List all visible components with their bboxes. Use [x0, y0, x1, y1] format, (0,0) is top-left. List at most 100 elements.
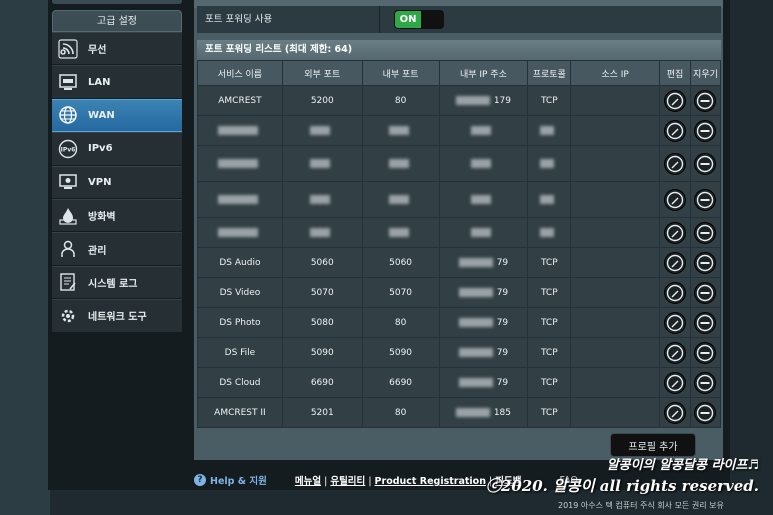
redacted-value: [471, 227, 492, 237]
cell-edit: [658, 337, 691, 368]
manual-link[interactable]: 메뉴얼: [295, 476, 321, 487]
col-service: 서비스 이름: [197, 60, 283, 86]
cell-internal-ip: [438, 115, 529, 146]
edit-button[interactable]: [663, 188, 686, 211]
cell-edit: [658, 247, 691, 278]
firewall-icon: [58, 206, 78, 226]
toggle-on-label: ON: [395, 11, 421, 28]
utility-link[interactable]: 유틸리티: [330, 476, 365, 487]
table-row: [197, 115, 722, 146]
delete-button[interactable]: [694, 311, 717, 334]
edit-icon: [666, 191, 684, 209]
cell-internal-ip: 179: [438, 85, 529, 116]
edit-button[interactable]: [663, 119, 686, 142]
sidebar-item-wan[interactable]: WAN: [52, 98, 182, 133]
redacted-value: [388, 227, 409, 237]
redacted-ip: [458, 317, 493, 327]
cell-edit: [658, 181, 691, 218]
port-forwarding-table: 서비스 이름 외부 포트 내부 포트 내부 IP 주소 프로토콜 소스 IP 편…: [197, 60, 722, 428]
cell-delete: [689, 181, 722, 218]
cell-edit: [658, 145, 691, 182]
sidebar-item-wireless[interactable]: 무선: [52, 32, 182, 66]
minus-circle-icon: [696, 284, 714, 302]
delete-button[interactable]: [694, 341, 717, 364]
delete-button[interactable]: [694, 152, 717, 175]
help-link[interactable]: ? Help & 지원: [194, 473, 267, 487]
lan-icon: [58, 72, 78, 92]
cell-external-port: 5090: [281, 337, 363, 368]
sidebar-item-label: LAN: [88, 76, 111, 88]
redacted-value: [540, 158, 555, 168]
edit-button[interactable]: [663, 89, 686, 112]
edit-icon: [666, 224, 684, 242]
cell-internal-port: [361, 217, 440, 248]
redacted-ip: [458, 347, 493, 357]
table-row: AMCREST II 5201 80 185 TCP: [197, 397, 722, 428]
redacted-value: [471, 194, 492, 204]
edit-button[interactable]: [663, 341, 686, 364]
enable-label: 포트 포워딩 사용: [197, 6, 380, 33]
edit-button[interactable]: [663, 371, 686, 394]
redacted-value: [388, 194, 409, 204]
delete-button[interactable]: [694, 281, 717, 304]
minus-circle-icon: [696, 344, 714, 362]
delete-button[interactable]: [694, 371, 717, 394]
product-registration-link[interactable]: Product Registration: [375, 476, 486, 487]
sidebar-item-vpn[interactable]: VPN: [52, 165, 182, 199]
minus-circle-icon: [696, 254, 714, 272]
cell-service: AMCREST: [197, 85, 283, 116]
vpn-icon: [58, 172, 78, 192]
cell-service: [197, 217, 283, 248]
watermark-line1: 알콩이의 알콩달콩 라이프♬: [606, 458, 759, 473]
sidebar-item-admin[interactable]: 관리: [52, 232, 182, 266]
delete-button[interactable]: [694, 188, 717, 211]
cell-source-ip: [570, 85, 660, 116]
redacted-ip: [458, 287, 493, 297]
cell-edit: [658, 85, 691, 116]
delete-button[interactable]: [694, 251, 717, 274]
sidebar-item-network-tools[interactable]: 네트워크 도구: [52, 299, 182, 333]
cell-service: [197, 115, 283, 146]
edit-button[interactable]: [663, 401, 686, 424]
cell-protocol: [527, 217, 572, 248]
delete-button[interactable]: [694, 401, 717, 424]
delete-button[interactable]: [694, 119, 717, 142]
table-row: DS Audio 5060 5060 79 TCP: [197, 247, 722, 278]
edit-button[interactable]: [663, 281, 686, 304]
cell-delete: [689, 307, 722, 338]
page-edge: [0, 0, 50, 515]
cell-internal-port: [361, 115, 440, 146]
edit-button[interactable]: [663, 251, 686, 274]
delete-button[interactable]: [694, 221, 717, 244]
edit-button[interactable]: [663, 311, 686, 334]
edit-icon: [666, 404, 684, 422]
port-forwarding-toggle[interactable]: ON: [394, 10, 444, 29]
watermark-line2: ⓒ2020. 알콩이 all rights reserved.: [485, 477, 759, 495]
sidebar-item-ipv6[interactable]: IPv6 IPv6: [52, 132, 182, 166]
col-delete: 지우기: [689, 60, 722, 86]
cell-edit: [658, 307, 691, 338]
cell-source-ip: [570, 247, 660, 278]
cell-external-port: 5201: [281, 397, 363, 428]
cell-internal-port: 6690: [361, 367, 440, 398]
toggle-cell: ON: [380, 6, 444, 33]
edit-icon: [666, 155, 684, 173]
cell-service: AMCREST II: [197, 397, 283, 428]
cell-edit: [658, 397, 691, 428]
edit-button[interactable]: [663, 152, 686, 175]
delete-button[interactable]: [694, 89, 717, 112]
sidebar-item-system-log[interactable]: 시스템 로그: [52, 265, 182, 300]
table-header-row: 서비스 이름 외부 포트 내부 포트 내부 IP 주소 프로토콜 소스 IP 편…: [197, 60, 722, 86]
edit-icon: [666, 92, 684, 110]
ip-suffix: 79: [496, 377, 509, 388]
cell-source-ip: [570, 115, 660, 146]
cell-delete: [689, 217, 722, 248]
edit-button[interactable]: [663, 221, 686, 244]
cell-external-port: [281, 181, 363, 218]
port-forwarding-enable-row: 포트 포워딩 사용 ON: [197, 6, 721, 33]
col-external-port: 외부 포트: [281, 60, 363, 86]
cell-internal-ip: 79: [438, 367, 529, 398]
sidebar-item-lan[interactable]: LAN: [52, 65, 182, 99]
sidebar-item-firewall[interactable]: 방화벽: [52, 198, 182, 233]
cell-internal-port: 80: [361, 307, 440, 338]
